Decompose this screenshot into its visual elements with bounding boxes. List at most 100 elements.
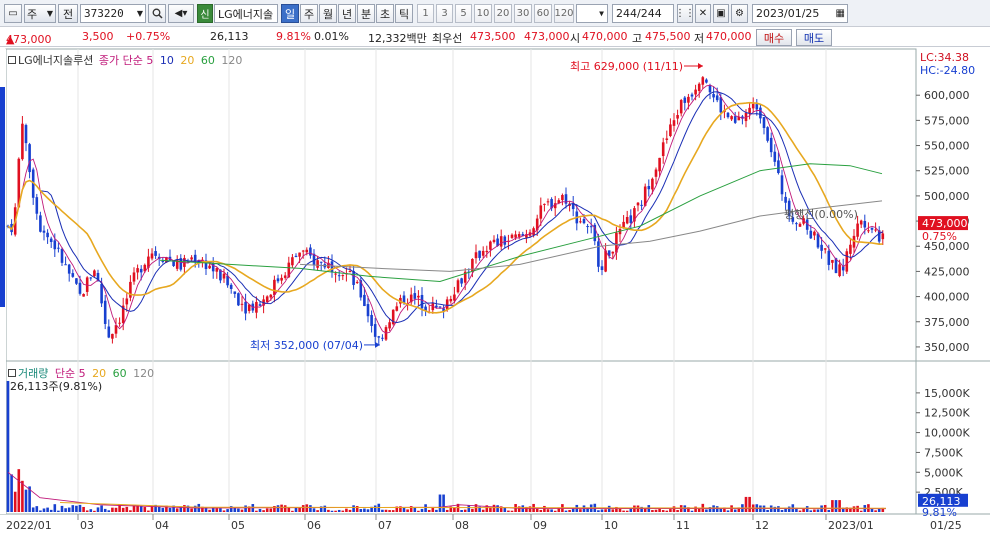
candle-body [211,263,215,272]
volume-bar [600,509,604,512]
volume-bar [715,506,719,512]
chart-canvas[interactable]: 600,000575,000550,000525,000500,000475,0… [0,47,990,540]
volume-bar [17,469,21,512]
candle-body [453,294,456,301]
candle-body [733,116,737,123]
settings-icon[interactable]: ⚙ [731,4,748,23]
volume-bar [6,380,10,512]
count-button[interactable]: 10 [474,4,492,23]
prev-button[interactable]: 전 [58,4,78,23]
custom-count-select[interactable]: ▼ [576,4,608,23]
stock-name-field[interactable]: LG에너지솔 [214,4,278,23]
candle-body [395,306,399,311]
volume-bar [287,507,291,512]
volume-bar [78,504,82,512]
candle-body [222,273,226,279]
count-button[interactable]: 20 [494,4,512,23]
volume-bar [611,509,615,512]
volume-bar [42,508,46,512]
candle-body [485,250,489,253]
volume-bar [787,506,791,512]
candle-body [139,268,143,273]
count-button[interactable]: 60 [534,4,552,23]
candle-body [341,275,345,277]
data-count-field[interactable]: 244/244 [612,4,674,23]
candle-body [820,244,823,251]
candle-body [773,151,777,162]
volume-bar [121,507,125,512]
candle-body [42,230,46,233]
grid-icon[interactable]: ⋮⋮ [675,4,695,23]
candle-body [125,298,129,305]
period-day-tab[interactable]: 일 [281,4,299,23]
volume-bar [481,509,485,512]
candle-body [694,89,697,95]
chart-area[interactable]: 600,000575,000550,000525,000500,000475,0… [0,47,990,540]
volume-bar [93,510,96,512]
candle-body [93,270,96,277]
volume-bar [438,494,442,512]
candle-body [582,219,586,224]
sound-icon[interactable]: ◀▾ [168,4,194,23]
period-type-select[interactable]: 주 ▼ [24,4,56,23]
candle-body [867,230,870,232]
volume-bar [103,508,107,512]
volume-bar [733,509,737,512]
count-button[interactable]: 120 [554,4,574,23]
period-month-tab[interactable]: 월 [319,4,337,23]
count-button[interactable]: 1 [417,4,434,23]
stock-code-input[interactable]: 373220 ▼ [80,4,146,23]
count-button[interactable]: 30 [514,4,532,23]
candle-body [229,284,233,289]
candle-body [89,277,93,279]
count-button[interactable]: 5 [455,4,472,23]
volume-bar [420,508,424,512]
window-icon[interactable]: ▭ [4,4,22,23]
buy-button[interactable]: 매수 [756,29,792,46]
volume-bar [661,510,665,512]
candle-body [337,275,341,277]
low-price: 470,000 [706,30,752,43]
save-icon[interactable]: ▣ [713,4,729,23]
candle-body [726,112,730,118]
candle-body [629,215,633,223]
x-axis-label: 2023/01 [828,519,874,532]
volume-bar [125,506,129,512]
sell-button[interactable]: 매도 [796,29,832,46]
volume-bar [492,504,496,512]
volume-bar [258,508,262,512]
candle-body [316,260,319,268]
x-axis-label: 09 [533,519,547,532]
candle-body [777,160,780,174]
period-year-tab[interactable]: 년 [338,4,356,23]
candle-body [625,216,629,224]
volume-bar [417,510,420,512]
candle-body [373,324,377,337]
period-second-tab[interactable]: 초 [376,4,394,23]
search-icon[interactable] [148,4,166,23]
candle-body [795,223,798,225]
ma5-line [7,84,883,334]
volume-bar [334,510,337,512]
volume-bar [496,505,499,512]
crosshair-icon[interactable]: ✕ [695,4,711,23]
candle-body [503,236,507,245]
volume-bar [132,505,136,512]
candle-body [697,83,701,91]
candle-body [265,296,269,302]
candle-body [672,120,676,126]
period-minute-tab[interactable]: 분 [357,4,375,23]
candle-body [39,215,42,232]
count-button[interactable]: 3 [436,4,453,23]
candle-body [690,94,694,97]
volume-bar [777,506,780,512]
low-price-annotation: 최저 352,000 (07/04) [250,339,363,352]
date-input[interactable]: 2023/01/25 ▦ [752,4,848,23]
candle-body [492,239,496,243]
candle-body [172,260,175,266]
period-week-tab[interactable]: 주 [300,4,318,23]
candle-body [366,304,370,317]
candle-body [35,197,39,214]
period-tick-tab[interactable]: 틱 [395,4,413,23]
volume-bar [384,509,388,512]
